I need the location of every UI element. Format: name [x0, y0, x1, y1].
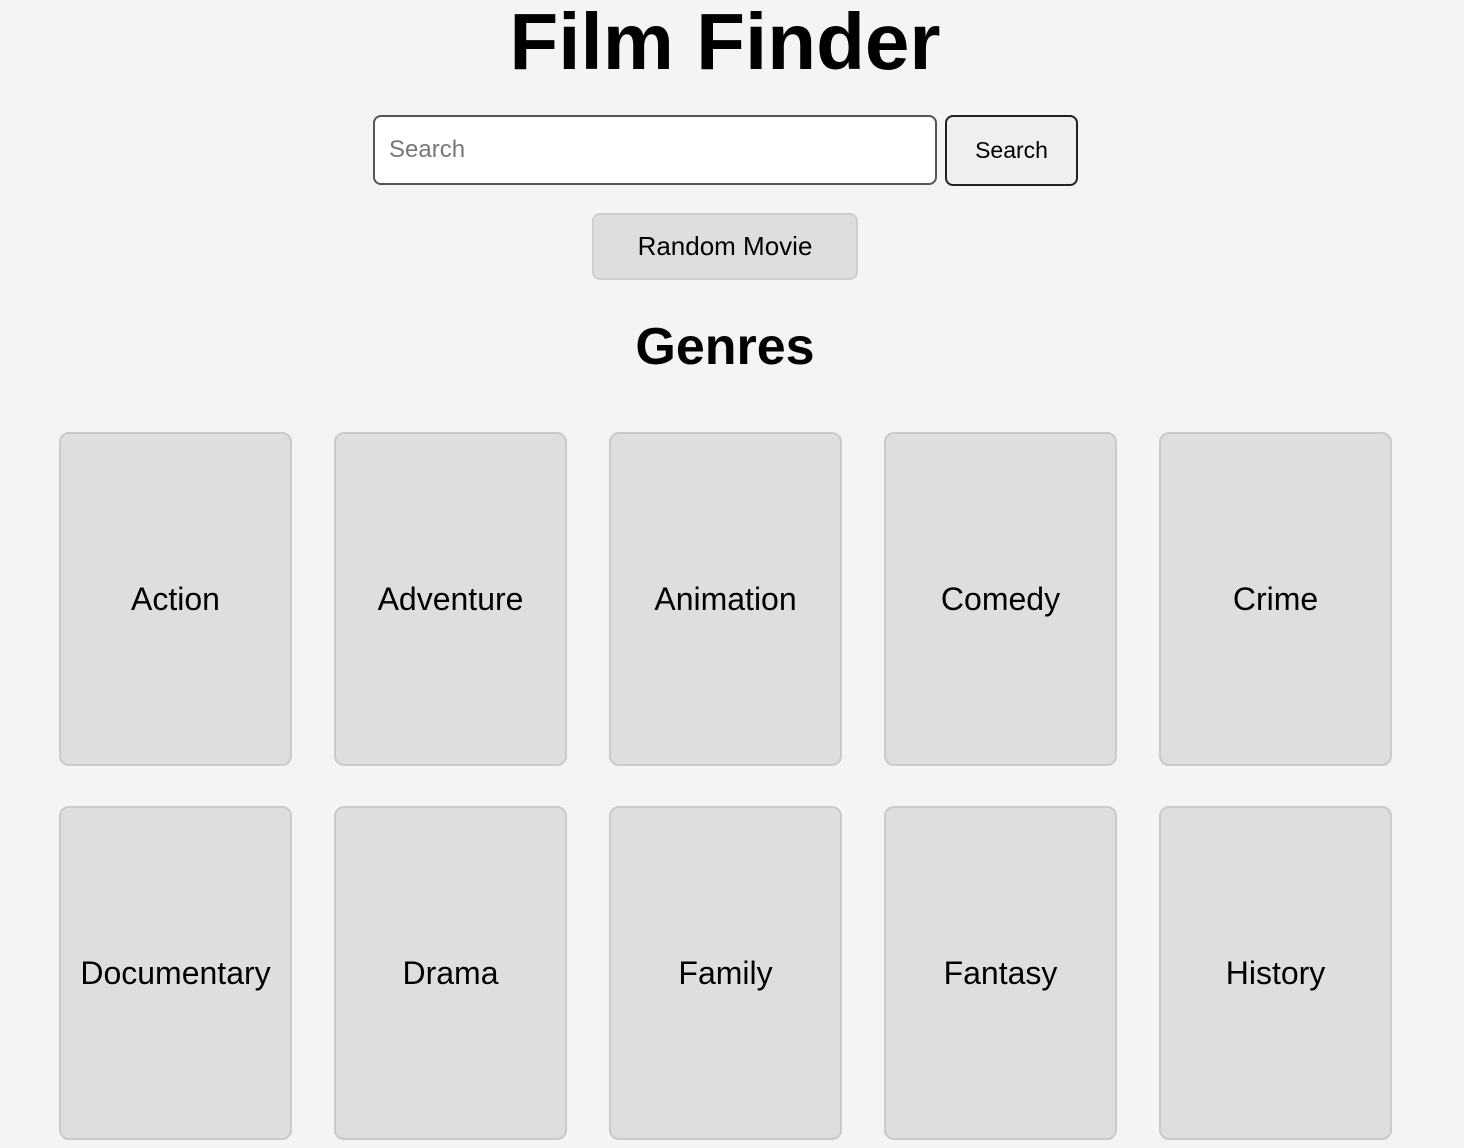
genre-card-action[interactable]: Action: [59, 432, 292, 766]
genre-card-documentary[interactable]: Documentary: [59, 806, 292, 1140]
genre-card-family[interactable]: Family: [609, 806, 842, 1140]
genre-card-history[interactable]: History: [1159, 806, 1392, 1140]
genre-grid: Action Adventure Animation Comedy Crime …: [59, 432, 1392, 1140]
app-title: Film Finder: [509, 0, 941, 86]
genre-card-crime[interactable]: Crime: [1159, 432, 1392, 766]
genres-heading: Genres: [635, 318, 815, 376]
genre-card-adventure[interactable]: Adventure: [334, 432, 567, 766]
genre-card-fantasy[interactable]: Fantasy: [884, 806, 1117, 1140]
genre-card-comedy[interactable]: Comedy: [884, 432, 1117, 766]
search-bar: Search: [373, 115, 1078, 186]
search-input[interactable]: [373, 115, 937, 185]
genre-card-animation[interactable]: Animation: [609, 432, 842, 766]
random-movie-button[interactable]: Random Movie: [592, 213, 858, 280]
film-finder-page: Film Finder Search Random Movie Genres A…: [0, 0, 1464, 1148]
genre-card-drama[interactable]: Drama: [334, 806, 567, 1140]
search-button[interactable]: Search: [945, 115, 1078, 186]
